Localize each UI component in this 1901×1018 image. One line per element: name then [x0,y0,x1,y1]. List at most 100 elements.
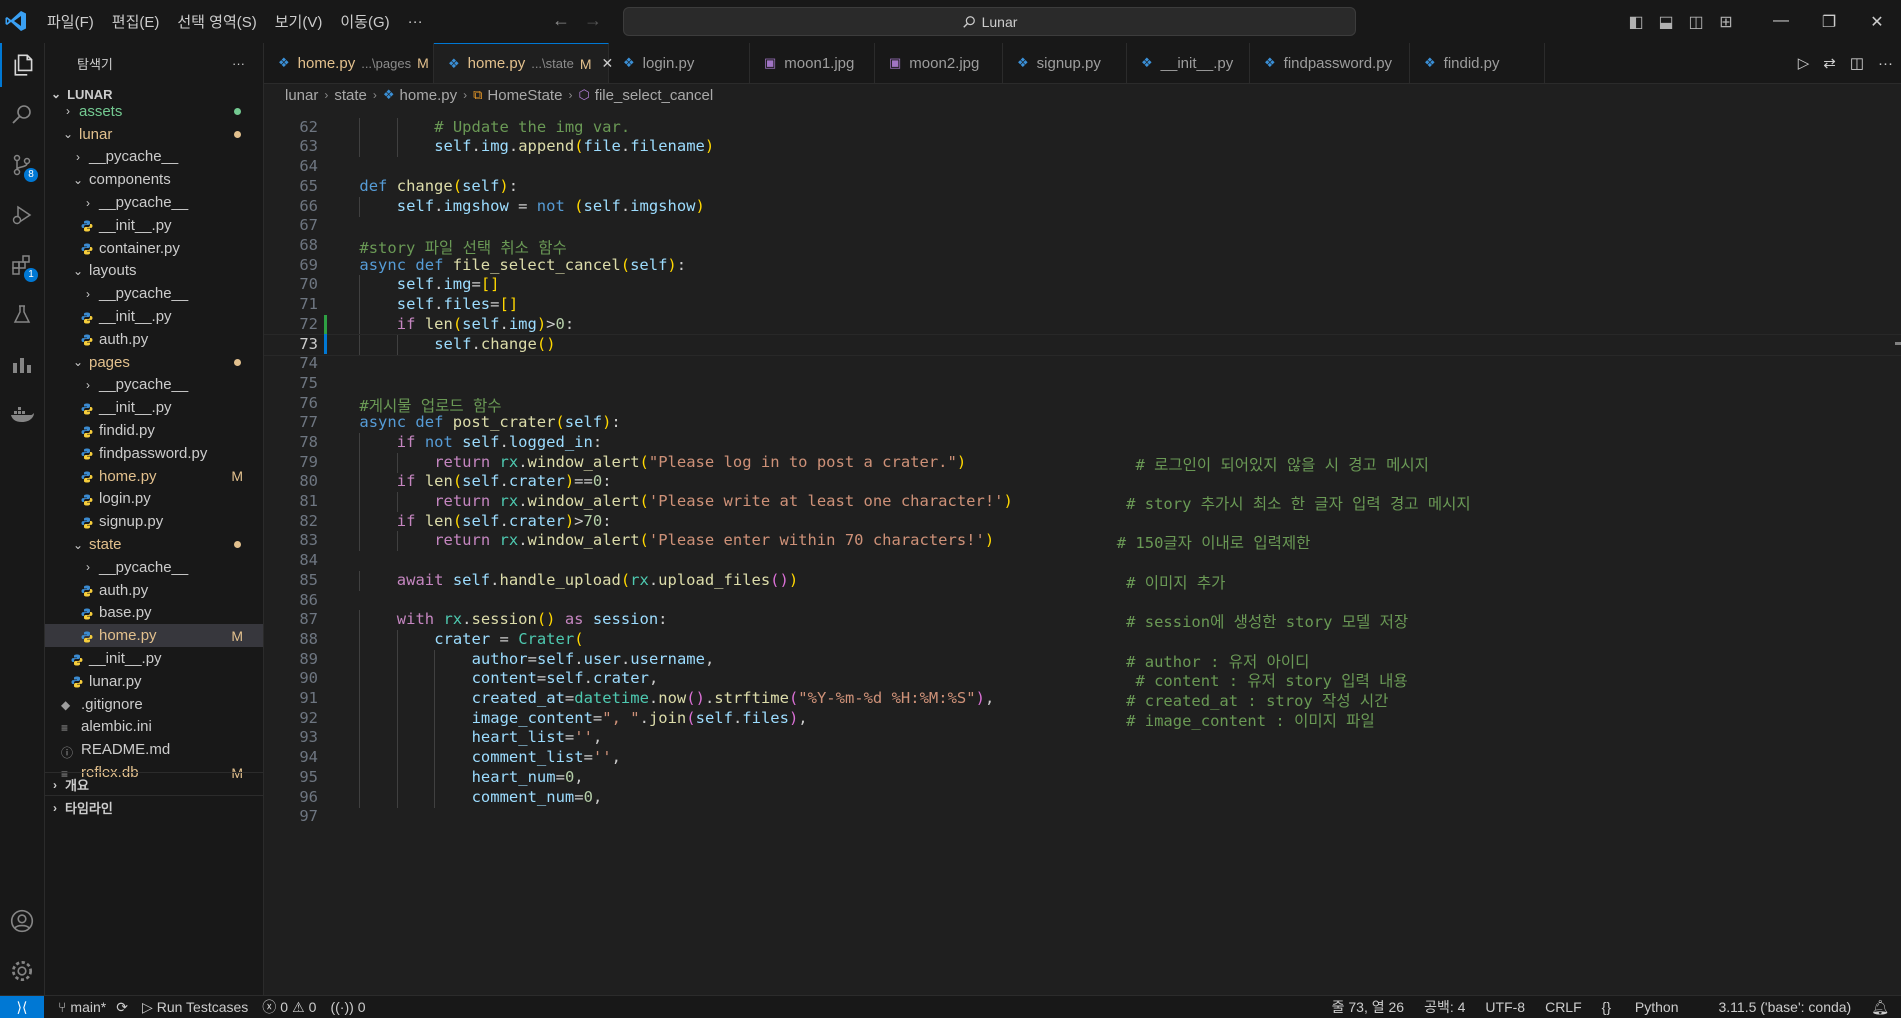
more-actions-icon[interactable]: ··· [232,56,245,71]
forward-arrow-icon[interactable]: → [584,10,602,31]
tree-folder[interactable]: ⌄ layouts [45,260,263,283]
breadcrumb-file[interactable]: home.py [400,87,458,104]
editor-tab[interactable]: ❖ home.py ...\pages M [264,43,434,83]
docker-icon[interactable] [0,393,44,437]
notifications-bell-icon[interactable]: 🔔︎ [1871,999,1889,1016]
problems-indicator[interactable]: ⓧ 0 ⚠ 0 [262,997,316,1017]
editor-tab[interactable]: ▣ moon2.jpg [875,43,1003,83]
explorer-icon[interactable] [0,43,46,87]
code-token: ( [452,472,463,491]
tree-file[interactable]: home.py M [45,465,263,488]
run-testcases[interactable]: ▷ Run Testcases [142,999,248,1016]
tree-file[interactable]: ◆ .gitignore [45,693,263,716]
code-content: #게시물 업로드 함수 [359,394,501,416]
tree-folder[interactable]: › __pycache__ [45,146,263,169]
tree-file[interactable]: container.py [45,237,263,260]
compare-changes-icon[interactable]: ⇄ [1823,54,1836,72]
run-python-icon[interactable]: ▷ [1798,54,1810,72]
tree-folder[interactable]: ⌄ state [45,533,263,556]
minimize-icon[interactable]: — [1757,12,1805,32]
tree-file[interactable]: base.py [45,602,263,625]
settings-gear-icon[interactable] [0,949,44,993]
line-number: 75 [299,373,318,392]
tree-folder[interactable]: › __pycache__ [45,191,263,214]
menu-item-3[interactable]: 보기(V) [266,11,332,32]
menu-item-4[interactable]: 이동(G) [331,11,398,32]
tree-folder[interactable]: › __pycache__ [45,282,263,305]
indent-guide [359,472,361,493]
charts-icon[interactable] [0,343,44,387]
tree-file[interactable]: findid.py [45,419,263,442]
tree-folder[interactable]: ⌄ lunar [45,123,263,146]
editor-tab[interactable]: ❖ __init__.py [1127,43,1250,83]
editor-tab[interactable]: ❖ signup.py [1003,43,1127,83]
cursor-position[interactable]: 줄 73, 열 26 [1332,997,1404,1017]
tree-file[interactable]: ≡ alembic.ini [45,716,263,739]
tree-file[interactable]: login.py [45,488,263,511]
editor-tab[interactable]: ❖ login.py [609,43,750,83]
customize-layout-icon[interactable]: ⊞ [1711,12,1741,32]
restore-icon[interactable]: ❐ [1805,12,1853,32]
line-number: 80 [299,472,318,491]
tree-file[interactable]: ⓘ README.md [45,738,263,761]
split-editor-icon[interactable]: ◫ [1850,54,1864,72]
tree-folder[interactable]: ⌄ pages [45,351,263,374]
breadcrumb-folder-state[interactable]: state [334,87,367,104]
editor-tab[interactable]: ▣ moon1.jpg [750,43,875,83]
outline-section[interactable]: › 개요 [45,772,263,796]
extensions-icon[interactable]: 1 [0,243,44,287]
indent-guide [359,570,361,591]
breadcrumb-folder-lunar[interactable]: lunar [285,87,318,104]
tree-file[interactable]: __init__.py [45,305,263,328]
tree-file[interactable]: home.py M [45,624,263,648]
tree-file[interactable]: __init__.py [45,647,263,670]
source-control-icon[interactable]: 8 [0,143,44,187]
encoding[interactable]: UTF-8 [1485,999,1525,1015]
tree-file[interactable]: findpassword.py [45,442,263,465]
code-line: 89 author=self.user.username, # author : 유… [264,649,1901,671]
code-token: self [462,432,500,451]
tree-folder[interactable]: › assets [45,100,263,123]
code-editor[interactable]: 6162# Update the img var.63self.img.appe… [264,118,1901,994]
account-icon[interactable] [0,899,44,943]
breadcrumb-class[interactable]: HomeState [487,87,562,104]
git-branch[interactable]: ⑂ main* ⟳ [58,999,128,1016]
menu-item-0[interactable]: 파일(F) [38,11,103,32]
tree-folder[interactable]: › __pycache__ [45,374,263,397]
tree-folder[interactable]: › __pycache__ [45,556,263,579]
run-debug-icon[interactable] [0,193,44,237]
toggle-panel-icon[interactable]: ⬓ [1651,12,1681,32]
line-ending[interactable]: CRLF [1545,999,1582,1015]
code-token: self [434,335,472,354]
tree-file[interactable]: signup.py [45,510,263,533]
search-activity-icon[interactable] [0,93,44,137]
back-arrow-icon[interactable]: ← [552,10,570,31]
python-interpreter[interactable]: 3.11.5 ('base': conda) [1718,999,1851,1015]
tree-item-label: __pycache__ [99,558,189,576]
tree-file[interactable]: __init__.py [45,396,263,419]
menu-item-2[interactable]: 선택 영역(S) [168,11,265,32]
tree-file[interactable]: __init__.py [45,214,263,237]
editor-tab[interactable]: ❖ findpassword.py [1250,43,1410,83]
tree-file[interactable]: auth.py [45,579,263,602]
remote-indicator-icon[interactable]: ⟩⟨ [0,996,44,1018]
tree-file[interactable]: auth.py [45,328,263,351]
breadcrumb-method[interactable]: file_select_cancel [595,87,713,104]
menu-item-5[interactable]: ··· [399,13,432,30]
tree-folder[interactable]: ⌄ components [45,168,263,191]
toggle-primary-sidebar-icon[interactable]: ◧ [1621,12,1651,32]
testing-icon[interactable] [0,293,44,337]
menu-item-1[interactable]: 편집(E) [103,11,169,32]
close-window-icon[interactable]: ✕ [1853,12,1901,32]
sync-icon[interactable]: ⟳ [116,999,128,1016]
editor-tab[interactable]: ❖ home.py ...\state M ✕ [434,43,613,83]
toggle-secondary-sidebar-icon[interactable]: ◫ [1681,12,1711,32]
editor-more-icon[interactable]: ··· [1878,55,1893,72]
indentation[interactable]: 공백: 4 [1424,997,1465,1017]
language-mode[interactable]: {} Python [1602,999,1699,1015]
ports-indicator[interactable]: ((·)) 0 [330,999,365,1015]
timeline-section[interactable]: › 타임라인 [45,795,263,819]
tree-file[interactable]: lunar.py [45,670,263,693]
editor-tab[interactable]: ❖ findid.py [1410,43,1545,83]
command-center-search[interactable]: Lunar [623,7,1356,36]
